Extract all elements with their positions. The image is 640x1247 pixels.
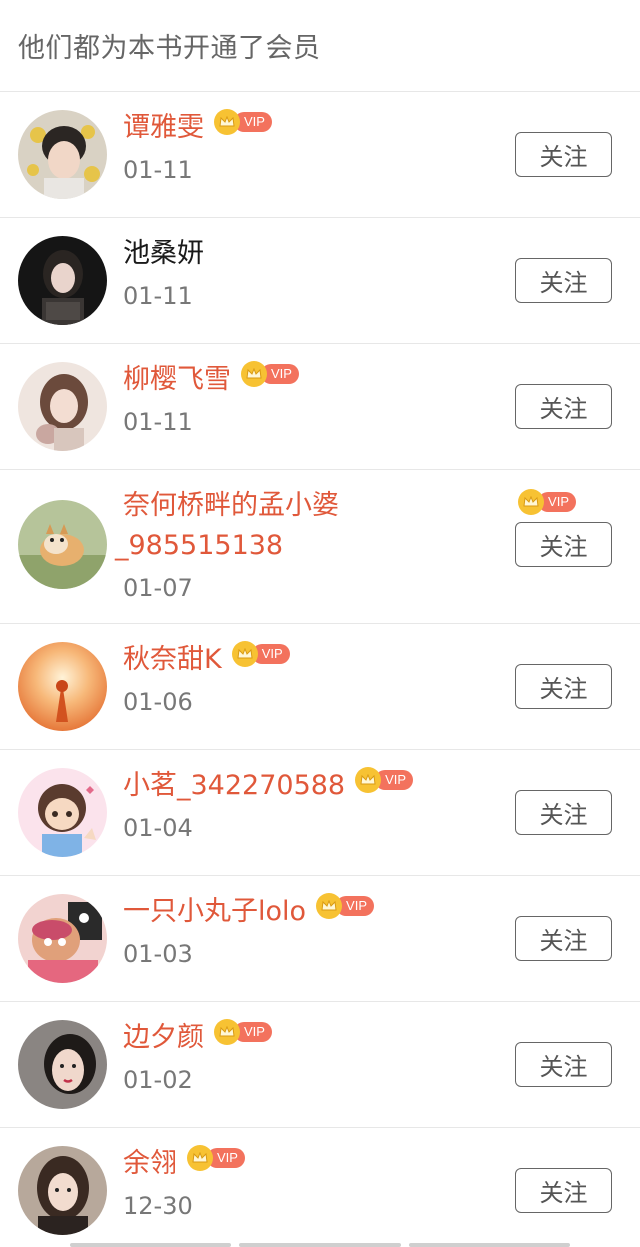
crown-icon [214, 109, 240, 135]
member-date: 01-11 [123, 156, 193, 184]
member-info: 边夕颜 VIP 01-02 [123, 1018, 500, 1094]
member-date: 01-04 [123, 814, 193, 842]
member-name[interactable]: 一只小丸子lolo [123, 892, 306, 932]
avatar[interactable] [18, 110, 107, 199]
list-item[interactable]: 柳樱飞雪 VIP 01-11 关注 [0, 344, 640, 470]
vip-badge: VIP [518, 489, 576, 515]
member-name[interactable]: 余翎 [123, 1144, 177, 1184]
avatar[interactable] [18, 362, 107, 451]
vip-badge: VIP [316, 893, 375, 919]
list-item[interactable]: 一只小丸子lolo VIP 01-03 关注 [0, 876, 640, 1002]
list-item[interactable]: 余翎 VIP 12-30 关注 [0, 1128, 640, 1247]
member-name[interactable]: 秋奈甜K [123, 640, 222, 680]
avatar[interactable] [18, 236, 107, 325]
member-date: 01-02 [123, 1066, 193, 1094]
member-name[interactable]: 边夕颜 [123, 1018, 204, 1058]
member-name[interactable]: 柳樱飞雪 [123, 360, 231, 400]
follow-button[interactable]: 关注 [515, 132, 612, 177]
member-date: 01-06 [123, 688, 193, 716]
follow-button[interactable]: 关注 [515, 1042, 612, 1087]
member-info: 一只小丸子lolo VIP 01-03 [123, 892, 500, 968]
member-date: 01-11 [123, 408, 193, 436]
member-info: 秋奈甜K VIP 01-06 [123, 640, 500, 716]
follow-button[interactable]: 关注 [515, 258, 612, 303]
member-info: 奈何桥畔的孟小婆 _985515138 01-07 [115, 486, 490, 602]
avatar[interactable] [18, 894, 107, 983]
vip-badge: VIP [231, 641, 290, 667]
crown-icon [241, 361, 267, 387]
member-date: 01-03 [123, 940, 193, 968]
member-info: 余翎 VIP 12-30 [123, 1144, 500, 1220]
member-name[interactable]: 池桑妍 [123, 234, 204, 274]
member-info: 小茗_342270588 VIP 01-04 [123, 766, 500, 842]
scroll-segment [70, 1243, 232, 1247]
member-name-line1[interactable]: 奈何桥畔的孟小婆 [123, 486, 423, 526]
vip-members-page: 他们都为本书开通了会员 谭雅雯 VIP 01-11 关注 池桑妍 01-11 关… [0, 0, 640, 1247]
member-list: 谭雅雯 VIP 01-11 关注 池桑妍 01-11 关注 柳樱飞雪 VIP 0… [0, 92, 640, 1247]
member-date: 12-30 [123, 1192, 193, 1220]
avatar[interactable] [18, 500, 107, 589]
header: 他们都为本书开通了会员 [0, 0, 640, 92]
member-name[interactable]: 小茗_342270588 [123, 766, 345, 806]
member-info: 柳樱飞雪 VIP 01-11 [123, 360, 500, 436]
vip-badge: VIP [355, 767, 414, 793]
vip-badge: VIP [214, 109, 272, 135]
member-date: 01-11 [123, 282, 193, 310]
list-item[interactable]: 秋奈甜K VIP 01-06 关注 [0, 624, 640, 750]
member-info: 池桑妍 01-11 [123, 234, 500, 310]
follow-button[interactable]: 关注 [515, 1168, 612, 1213]
crown-icon [187, 1145, 213, 1171]
vip-badge: VIP [241, 361, 299, 387]
member-name[interactable]: 谭雅雯 [123, 108, 204, 148]
crown-icon [316, 893, 343, 919]
follow-button[interactable]: 关注 [515, 916, 612, 961]
member-info: 谭雅雯 VIP 01-11 [123, 108, 500, 184]
follow-button[interactable]: 关注 [515, 522, 612, 567]
avatar[interactable] [18, 1146, 107, 1235]
member-name-line2[interactable]: _985515138 [115, 526, 423, 566]
list-item[interactable]: 奈何桥畔的孟小婆 _985515138 01-07 VIP 关注 [0, 470, 640, 624]
avatar[interactable] [18, 1020, 107, 1109]
list-item[interactable]: 池桑妍 01-11 关注 [0, 218, 640, 344]
follow-button[interactable]: 关注 [515, 790, 612, 835]
crown-icon [214, 1019, 240, 1045]
member-date: 01-07 [123, 574, 193, 602]
bottom-scroll-indicator [70, 1243, 570, 1247]
crown-icon [518, 489, 545, 515]
crown-icon [355, 767, 382, 793]
scroll-segment [239, 1243, 401, 1247]
scroll-segment [408, 1243, 570, 1247]
list-item[interactable]: 边夕颜 VIP 01-02 关注 [0, 1002, 640, 1128]
crown-icon [231, 641, 258, 667]
follow-button[interactable]: 关注 [515, 384, 612, 429]
page-title: 他们都为本书开通了会员 [18, 33, 321, 64]
list-item[interactable]: 谭雅雯 VIP 01-11 关注 [0, 92, 640, 218]
list-item[interactable]: 小茗_342270588 VIP 01-04 关注 [0, 750, 640, 876]
vip-badge: VIP [187, 1145, 245, 1171]
follow-button[interactable]: 关注 [515, 664, 612, 709]
avatar[interactable] [18, 768, 107, 857]
avatar[interactable] [18, 642, 107, 731]
vip-badge: VIP [214, 1019, 272, 1045]
